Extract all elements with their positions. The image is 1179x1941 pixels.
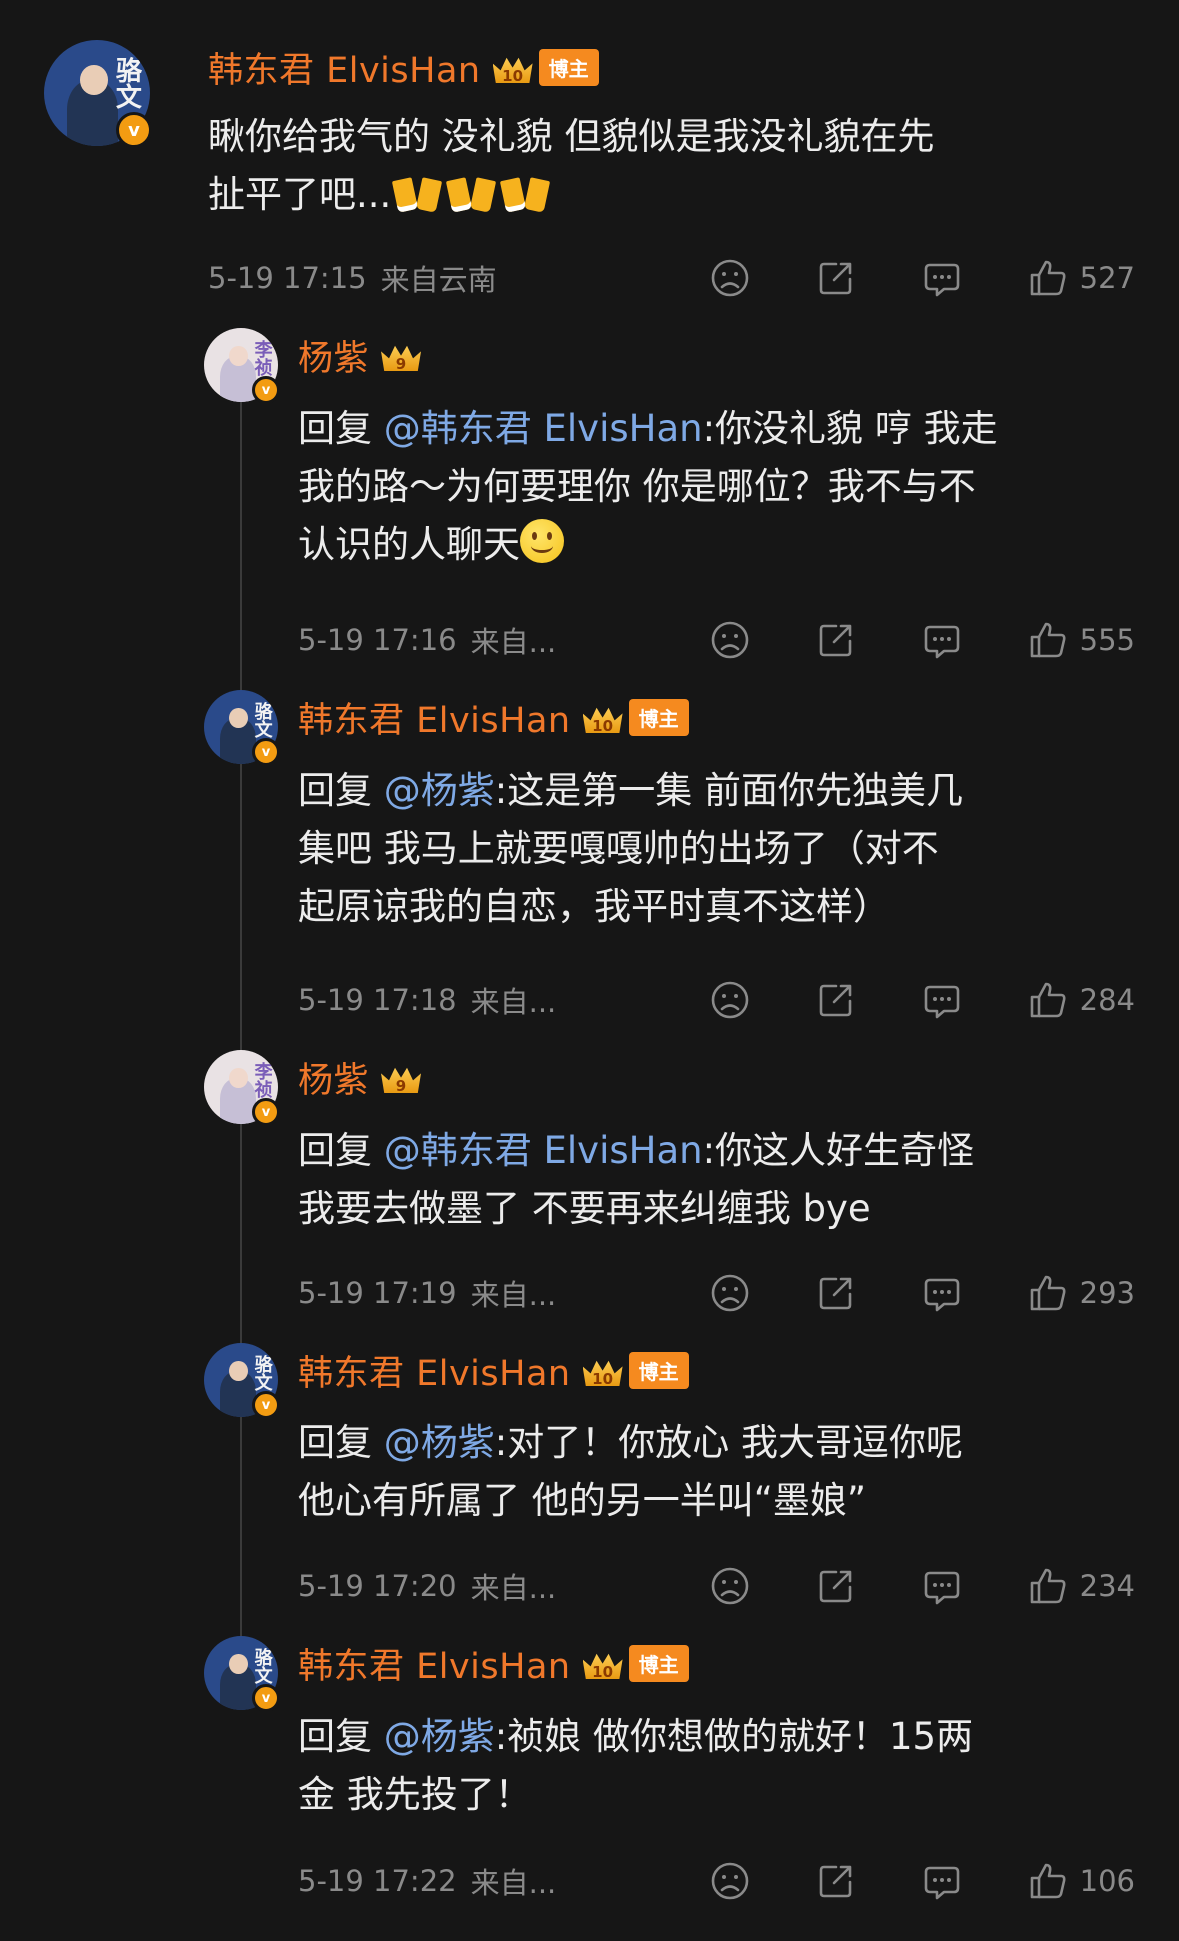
like-count: 527	[1079, 261, 1135, 295]
verified-v-icon: v	[252, 1098, 280, 1126]
comment-location: 来自...	[470, 1278, 557, 1312]
comment-text: 回复 @杨紫:祯娘 做你想做的就好！15两 金 我先投了！	[298, 1715, 974, 1816]
comment-text: 回复 @杨紫:这是第一集 前面你先独美几 集吧 我马上就要嘎嘎帅的出场了（对不 …	[298, 769, 963, 928]
like-count: 106	[1079, 1864, 1135, 1898]
comment-location: 来自云南	[380, 263, 497, 297]
crown-icon: 9	[379, 337, 423, 373]
thumbs-up-icon	[1028, 1861, 1068, 1901]
avatar[interactable]: 骆文 v	[44, 40, 152, 148]
blogger-tag: 博主	[538, 48, 599, 86]
comment-time: 5-19 17:18	[298, 983, 457, 1017]
mention-link[interactable]: @杨紫	[384, 1715, 495, 1758]
like-button[interactable]: 234	[1028, 1566, 1135, 1606]
like-count: 555	[1079, 623, 1135, 657]
thumbs-up-icon	[1028, 258, 1068, 298]
verified-v-icon: v	[116, 112, 152, 148]
thumbs-up-icon	[1028, 620, 1068, 660]
frown-face-icon[interactable]	[710, 1861, 750, 1901]
thumbs-up-icon	[1028, 980, 1068, 1020]
comment-text: 瞅你给我气的 没礼貌 但貌似是我没礼貌在先 扯平了吧...	[208, 115, 935, 216]
mention-link[interactable]: @杨紫	[384, 769, 495, 812]
crown-icon: 10	[581, 1352, 625, 1388]
frown-face-icon[interactable]	[710, 1566, 750, 1606]
verified-v-icon: v	[252, 376, 280, 404]
comment-time: 5-19 17:15	[208, 261, 367, 295]
cheers-emoji-icon	[391, 171, 445, 215]
username[interactable]: 杨紫	[298, 1052, 369, 1103]
blogger-tag: 博主	[628, 1644, 689, 1682]
mention-link[interactable]: @杨紫	[384, 1421, 495, 1464]
frown-face-icon[interactable]	[710, 1273, 750, 1313]
mention-link[interactable]: @韩东君 ElvisHan	[384, 407, 703, 450]
like-count: 234	[1079, 1569, 1135, 1603]
comment-icon[interactable]	[922, 1273, 962, 1313]
username[interactable]: 韩东君 ElvisHan	[298, 692, 571, 743]
reply-thread-line	[240, 360, 242, 1660]
share-icon[interactable]	[816, 258, 856, 298]
comment-location: 来自...	[470, 625, 557, 659]
username[interactable]: 韩东君 ElvisHan	[298, 1345, 571, 1396]
cheers-emoji-icon	[499, 171, 553, 215]
share-icon[interactable]	[816, 620, 856, 660]
crown-icon: 10	[491, 49, 535, 85]
frown-face-icon[interactable]	[710, 258, 750, 298]
crown-icon: 9	[379, 1059, 423, 1095]
thumbs-up-icon	[1028, 1273, 1068, 1313]
mention-link[interactable]: @韩东君 ElvisHan	[384, 1129, 703, 1172]
crown-icon: 10	[581, 1645, 625, 1681]
blogger-tag: 博主	[628, 698, 689, 736]
like-button[interactable]: 293	[1028, 1273, 1135, 1313]
blogger-tag: 博主	[628, 1351, 689, 1389]
share-icon[interactable]	[816, 980, 856, 1020]
username[interactable]: 杨紫	[298, 330, 369, 381]
comment-location: 来自...	[470, 985, 557, 1019]
verified-v-icon: v	[252, 738, 280, 766]
comment-icon[interactable]	[922, 620, 962, 660]
comment-icon[interactable]	[922, 258, 962, 298]
username[interactable]: 韩东君 ElvisHan	[208, 42, 481, 93]
comment-location: 来自...	[470, 1571, 557, 1605]
comment-location: 来自...	[470, 1866, 557, 1900]
frown-face-icon[interactable]	[710, 620, 750, 660]
thumbs-up-icon	[1028, 1566, 1068, 1606]
share-icon[interactable]	[816, 1566, 856, 1606]
cheers-emoji-icon	[445, 171, 499, 215]
verified-v-icon: v	[252, 1684, 280, 1712]
comment-time: 5-19 17:16	[298, 623, 457, 657]
crown-icon: 10	[581, 699, 625, 735]
comment-time: 5-19 17:20	[298, 1569, 457, 1603]
like-button[interactable]: 555	[1028, 620, 1135, 660]
comment-time: 5-19 17:19	[298, 1276, 457, 1310]
avatar[interactable]: 骆文 v	[204, 1343, 280, 1419]
comment-icon[interactable]	[922, 980, 962, 1020]
like-button[interactable]: 284	[1028, 980, 1135, 1020]
comment-time: 5-19 17:22	[298, 1864, 457, 1898]
comment-text: 回复 @韩东君 ElvisHan:你这人好生奇怪 我要去做墨了 不要再来纠缠我 …	[298, 1129, 975, 1230]
comment-text: 回复 @韩东君 ElvisHan:你没礼貌 哼 我走 我的路～为何要理你 你是哪…	[298, 407, 998, 566]
avatar[interactable]: 骆文 v	[204, 1636, 280, 1712]
like-button[interactable]: 527	[1028, 258, 1135, 298]
verified-v-icon: v	[252, 1391, 280, 1419]
frown-face-icon[interactable]	[710, 980, 750, 1020]
smile-emoji-icon	[520, 519, 564, 563]
avatar[interactable]: 骆文 v	[204, 690, 280, 766]
like-button[interactable]: 106	[1028, 1861, 1135, 1901]
comment-icon[interactable]	[922, 1566, 962, 1606]
share-icon[interactable]	[816, 1273, 856, 1313]
comment-text: 回复 @杨紫:对了！你放心 我大哥逗你呢 他心有所属了 他的另一半叫“墨娘”	[298, 1421, 963, 1522]
avatar[interactable]: 李祯 v	[204, 1050, 280, 1126]
comment-icon[interactable]	[922, 1861, 962, 1901]
avatar[interactable]: 李祯 v	[204, 328, 280, 404]
share-icon[interactable]	[816, 1861, 856, 1901]
like-count: 284	[1079, 983, 1135, 1017]
like-count: 293	[1079, 1276, 1135, 1310]
username[interactable]: 韩东君 ElvisHan	[298, 1638, 571, 1689]
